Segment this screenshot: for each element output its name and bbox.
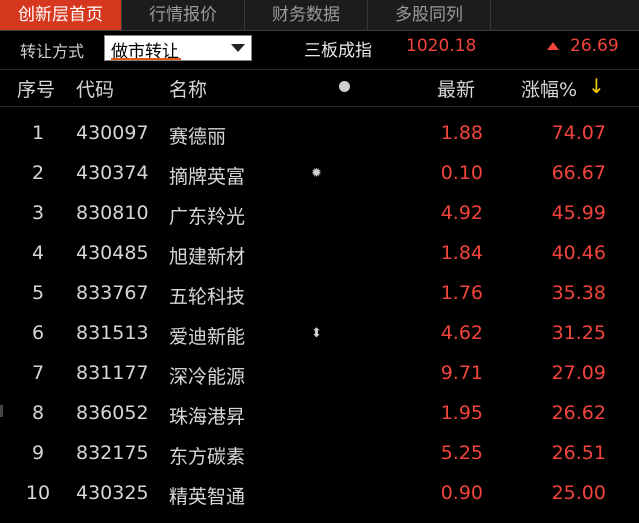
row-index: 2 [31,162,45,184]
stock-name: 珠海港昇 [169,406,246,428]
stock-name: 精英智通 [169,486,246,508]
table-row[interactable]: 3 830810 广东羚光 4.92 45.99 [0,194,639,234]
sun-icon: ✹ [311,166,322,181]
latest-price: 0.90 [440,482,483,504]
latest-price: 0.10 [440,162,483,184]
table-row[interactable]: 8 836052 珠海港昇 1.95 26.62 [0,394,639,434]
table-row[interactable]: 4 430485 旭建新材 1.84 40.46 [0,234,639,274]
stock-code: 830810 [76,202,149,224]
stock-name: 旭建新材 [169,246,246,268]
table-row[interactable]: 5 833767 五轮科技 1.76 35.38 [0,274,639,314]
stock-code: 430325 [76,482,149,504]
tab-innovation-home[interactable]: 创新层首页 [0,0,122,30]
change-percent: 31.25 [551,322,606,344]
latest-price: 1.84 [440,242,483,264]
latest-price: 1.95 [440,402,483,424]
tab-financial-data[interactable]: 财务数据 [245,0,368,30]
index-change: 26.69 [570,36,619,56]
stock-code: 430374 [76,162,149,184]
stock-code: 833767 [76,282,149,304]
change-percent: 40.46 [551,242,606,264]
dot-icon[interactable] [339,81,350,92]
row-index: 1 [31,122,45,144]
index-name: 三板成指 [304,41,372,61]
change-percent: 74.07 [551,122,606,144]
select-underline [111,58,181,60]
column-header-code[interactable]: 代码 [76,75,114,102]
transfer-method-label: 转让方式 [20,42,85,61]
change-percent: 25.00 [551,482,606,504]
row-index: 6 [31,322,45,344]
row-index: 4 [31,242,45,264]
row-index: 8 [31,402,45,424]
divider [0,106,639,107]
stock-code: 836052 [76,402,149,424]
stock-name: 东方碳素 [169,446,246,468]
divider [0,69,639,70]
stock-name: 赛德丽 [169,126,227,148]
change-percent: 27.09 [551,362,606,384]
latest-price: 9.71 [440,362,483,384]
change-percent: 45.99 [551,202,606,224]
stock-code: 831177 [76,362,149,384]
table-row[interactable]: 2 430374 摘牌英富 0.10 66.67 ✹ [0,154,639,194]
index-value: 1020.18 [406,36,477,56]
tab-quotes[interactable]: 行情报价 [122,0,245,30]
table-row[interactable]: 10 430325 精英智通 0.90 25.00 [0,474,639,514]
updown-arrow-icon: ⬍ [311,326,322,341]
column-header-change-pct[interactable]: 涨幅% [521,75,577,102]
column-header-price[interactable]: 最新 [437,75,475,102]
stock-code: 430485 [76,242,149,264]
stock-code: 831513 [76,322,149,344]
table-row[interactable]: 6 831513 爱迪新能 4.62 31.25 ⬍ [0,314,639,354]
row-index: 9 [31,442,45,464]
transfer-method-select[interactable]: 做市转让 [104,35,252,62]
stock-name: 深冷能源 [169,366,246,388]
sort-down-arrow-icon[interactable]: ↓ [588,74,605,98]
latest-price: 4.92 [440,202,483,224]
row-index: 3 [31,202,45,224]
stock-name: 五轮科技 [169,286,246,308]
stock-name: 摘牌英富 [169,166,246,188]
change-percent: 26.51 [551,442,606,464]
row-index: 10 [25,482,51,504]
latest-price: 4.62 [440,322,483,344]
table-row[interactable]: 1 430097 赛德丽 1.88 74.07 [0,114,639,154]
change-percent: 35.38 [551,282,606,304]
row-index: 5 [31,282,45,304]
stock-code: 832175 [76,442,149,464]
triangle-up-icon [547,42,559,50]
change-percent: 66.67 [551,162,606,184]
stock-name: 广东羚光 [169,206,246,228]
change-percent: 26.62 [551,402,606,424]
latest-price: 5.25 [440,442,483,464]
table-row[interactable]: 9 832175 东方碳素 5.25 26.51 [0,434,639,474]
row-index: 7 [31,362,45,384]
stock-name: 爱迪新能 [169,326,246,348]
tab-multi-stock[interactable]: 多股同列 [368,0,491,30]
latest-price: 1.76 [440,282,483,304]
column-header-index[interactable]: 序号 [17,75,55,102]
latest-price: 1.88 [440,122,483,144]
column-header-name[interactable]: 名称 [169,75,207,102]
chevron-down-icon[interactable] [231,44,245,52]
table-row[interactable]: 7 831177 深冷能源 9.71 27.09 [0,354,639,394]
tab-bar: 创新层首页 行情报价 财务数据 多股同列 [0,0,639,31]
stock-code: 430097 [76,122,149,144]
row-marker [0,405,3,417]
